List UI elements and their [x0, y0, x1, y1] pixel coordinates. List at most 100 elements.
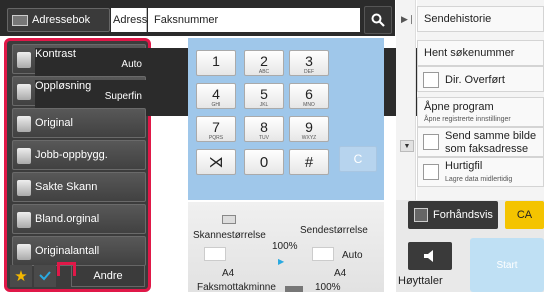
address-bar: Adressebok Adresse [0, 0, 395, 36]
fax-memory-value: 100% [315, 282, 341, 292]
quick-file-label: Hurtigfil [445, 160, 483, 172]
search-button[interactable] [364, 6, 392, 34]
setting-mixed-original[interactable]: Bland.orginal [12, 204, 146, 234]
key-9[interactable]: 9 WXYZ [289, 116, 329, 142]
original-icon [17, 116, 31, 132]
send-size-label: Sendestørrelse [300, 225, 368, 236]
start-label: Start [496, 259, 518, 271]
search-icon [371, 13, 385, 27]
setting-label: Bland.orginal [35, 213, 100, 225]
clear-all-button[interactable]: CA [505, 201, 544, 229]
key-asterisk[interactable]: ⋊ [196, 149, 236, 175]
setting-original[interactable]: Original [12, 108, 146, 138]
send-history-item[interactable]: Sendehistorie [417, 6, 544, 32]
preview-icon [414, 208, 428, 222]
key-letters: JKL [259, 102, 269, 108]
key-letters: GHI [211, 102, 221, 108]
send-history-label: Sendehistorie [424, 13, 492, 25]
direct-transfer-checkbox[interactable] [423, 72, 439, 88]
setting-label: Jobb-oppbygg. [35, 149, 108, 161]
key-3[interactable]: 3 DEF [289, 50, 329, 76]
panel-toggle-strip: ▶❘ [396, 0, 416, 200]
key-letters: PQRS [208, 135, 224, 141]
scan-size-label: Skannestørrelse [193, 230, 266, 241]
key-0[interactable]: 0 [244, 149, 284, 175]
send-same-image-label-2: som faksadresse [445, 143, 529, 155]
contrast-icon [17, 52, 31, 68]
setting-contrast[interactable]: Kontrast Auto [12, 44, 430, 84]
address-book-button[interactable]: Adressebok [7, 8, 110, 32]
key-7[interactable]: 7 PQRS [196, 116, 236, 142]
setting-label: Original [35, 117, 73, 129]
key-2[interactable]: 2 ABC [244, 50, 284, 76]
key-1[interactable]: 1 [196, 50, 236, 76]
key-letters: ABC [258, 69, 270, 75]
key-digit: 9 [305, 119, 313, 135]
speaker-button[interactable] [408, 242, 452, 270]
checkmark-icon [39, 271, 51, 281]
others-button[interactable]: Andre [71, 265, 145, 287]
key-6[interactable]: 6 MNO [289, 83, 329, 109]
ratio-value: 100% [272, 241, 298, 252]
scan-paper-size: A4 [222, 268, 235, 279]
fetch-number-label: Hent søkenummer [424, 47, 515, 59]
speaker-icon [424, 250, 433, 262]
fax-number-input[interactable] [148, 8, 360, 32]
job-build-icon [17, 148, 31, 164]
memory-bar [285, 286, 303, 292]
setting-original-count[interactable]: Originalantall [12, 236, 146, 266]
key-digit: ⋊ [208, 154, 224, 171]
mixed-original-icon [17, 212, 31, 228]
setting-resolution[interactable]: Oppløsning Superfin [12, 76, 430, 116]
key-hash[interactable]: # [289, 149, 329, 175]
address-book-icon [12, 14, 28, 26]
open-program-sub: Åpne registrerte innstillinger [424, 116, 511, 123]
scan-paper-icon[interactable] [204, 247, 226, 261]
key-letters: DEF [304, 69, 314, 75]
key-8[interactable]: 8 TUV [244, 116, 284, 142]
send-same-image-checkbox[interactable] [423, 134, 439, 150]
resolution-icon [17, 84, 31, 100]
send-same-image-label: Send samme bilde [445, 130, 537, 142]
address-label: Adresse [111, 8, 153, 32]
setting-job-build[interactable]: Jobb-oppbygg. [12, 140, 146, 170]
key-digit: # [304, 154, 314, 171]
speaker-label: Høyttaler [398, 275, 443, 287]
settings-panel: Kontrast Auto Oppløsning Superfin Origin… [4, 38, 430, 292]
preview-button[interactable]: Forhåndsvis [408, 201, 498, 229]
key-digit: 3 [305, 53, 313, 69]
favorite-button[interactable]: ★ [10, 265, 32, 287]
key-digit: 5 [260, 86, 268, 102]
fax-memory-label: Faksmottakminne [197, 282, 276, 292]
start-button[interactable]: Start [470, 238, 544, 292]
scroll-down-button[interactable]: ▼ [400, 140, 414, 152]
quick-file-sub: Lagre data midlertidig [445, 176, 513, 183]
action-panel: Sendehistorie Hent søkenummer Dir. Overf… [417, 0, 544, 200]
scanner-icon [222, 215, 236, 224]
key-letters: TUV [259, 135, 269, 141]
chevron-down-icon: ▼ [403, 142, 411, 150]
key-digit: 1 [212, 53, 220, 69]
key-5[interactable]: 5 JKL [244, 83, 284, 109]
send-paper-icon[interactable] [312, 247, 334, 261]
send-same-image-item[interactable]: Send samme bilde som faksadresse [417, 127, 544, 157]
send-mode-value: Auto [342, 250, 363, 261]
direct-transfer-item[interactable]: Dir. Overført [417, 66, 544, 92]
collapse-arrow-icon[interactable]: ▶❘ [401, 14, 415, 25]
key-letters: MNO [303, 102, 315, 108]
quick-file-checkbox[interactable] [423, 164, 439, 180]
fetch-number-item[interactable]: Hent søkenummer [417, 40, 544, 66]
clear-button[interactable]: C [339, 146, 377, 172]
key-digit: 7 [212, 119, 220, 135]
quick-file-item[interactable]: Hurtigfil Lagre data midlertidig [417, 157, 544, 187]
arrow-right-icon: ▶ [278, 257, 285, 266]
check-button[interactable] [34, 265, 56, 287]
setting-slow-scan[interactable]: Sakte Skann [12, 172, 146, 202]
send-paper-size: A4 [334, 268, 347, 279]
key-4[interactable]: 4 GHI [196, 83, 236, 109]
open-program-item[interactable]: Åpne program Åpne registrerte innstillin… [417, 97, 544, 127]
key-digit: 8 [260, 119, 268, 135]
settings-bottom-row: ★ Andre [7, 265, 148, 289]
setting-label: Sakte Skann [35, 181, 98, 193]
key-letters: WXYZ [301, 135, 317, 141]
